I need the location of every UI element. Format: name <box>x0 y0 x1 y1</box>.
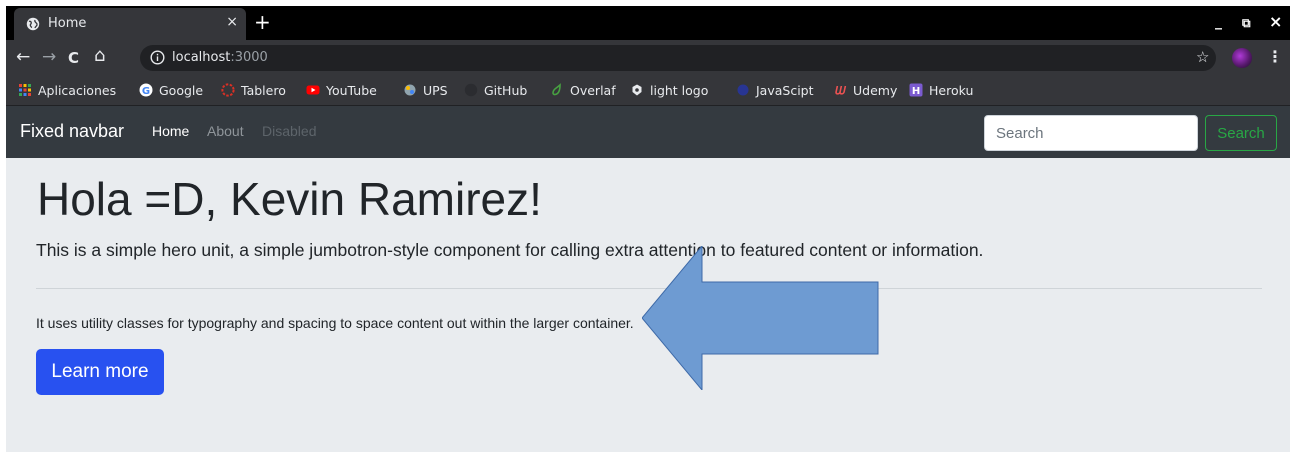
close-window-icon[interactable]: × <box>1269 12 1282 31</box>
site-navbar: Fixed navbar Home About Disabled Search <box>6 106 1290 158</box>
learn-more-button[interactable]: Learn more <box>36 349 164 395</box>
tablero-icon <box>221 83 235 97</box>
home-icon[interactable]: ⌂ <box>94 45 105 66</box>
bookmark-label: GitHub <box>484 83 528 98</box>
profile-avatar[interactable] <box>1232 48 1252 68</box>
bookmark-aplicaciones[interactable]: Aplicaciones <box>18 83 116 98</box>
light-logo-icon <box>632 84 642 96</box>
google-icon: G <box>139 83 153 97</box>
search-button[interactable]: Search <box>1205 115 1277 151</box>
github-icon <box>464 83 478 97</box>
reload-icon[interactable]: C <box>68 49 79 67</box>
svg-text:G: G <box>142 86 150 97</box>
bookmark-label: YouTube <box>326 83 377 98</box>
bookmark-github[interactable]: GitHub <box>464 83 527 98</box>
bookmark-label: Tablero <box>241 83 286 98</box>
globe-icon <box>26 17 40 31</box>
youtube-icon <box>306 85 320 95</box>
new-tab-button[interactable]: + <box>254 10 271 34</box>
svg-text:H: H <box>912 86 920 97</box>
bookmark-star-icon[interactable]: ☆ <box>1196 48 1209 66</box>
bookmark-label: light logo <box>650 83 709 98</box>
overleaf-icon <box>552 83 561 96</box>
tab-title: Home <box>48 16 87 31</box>
bookmark-label: UPS <box>423 83 448 98</box>
address-bar[interactable]: localhost:3000 <box>140 45 1216 71</box>
browser-window: Home × + _ ⧉ × ← → C ⌂ localhost:3000 ☆ … <box>6 6 1290 452</box>
tab-home[interactable]: Home × <box>14 8 246 40</box>
minimize-icon[interactable]: _ <box>1215 14 1222 30</box>
bookmark-google[interactable]: G Google <box>139 83 203 98</box>
bookmarks-bar: Aplicaciones G Google Tablero YouTube UP… <box>6 76 1290 106</box>
annotation-arrow-icon <box>642 246 879 390</box>
bookmark-light-logo[interactable]: light logo <box>630 83 708 98</box>
bookmark-udemy[interactable]: Udemy <box>833 83 897 98</box>
browser-toolbar: ← → C ⌂ localhost:3000 ☆ ⋮ <box>6 40 1290 76</box>
bookmark-label: JavaScipt <box>756 83 814 98</box>
bookmark-label: Overlaf <box>570 83 616 98</box>
udemy-icon <box>835 86 847 95</box>
bookmark-label: Udemy <box>853 83 898 98</box>
bookmark-ups[interactable]: UPS <box>403 83 448 98</box>
bookmark-label: Aplicaciones <box>38 83 117 98</box>
hero-title: Hola =D, Kevin Ramirez! <box>37 173 542 225</box>
address-port: :3000 <box>230 50 268 65</box>
menu-kebab-icon[interactable]: ⋮ <box>1267 47 1283 66</box>
nav-link-home[interactable]: Home <box>152 123 189 139</box>
address-url: localhost:3000 <box>172 50 268 65</box>
info-icon <box>150 50 165 65</box>
hero-text: It uses utility classes for typography a… <box>36 315 634 331</box>
tab-strip: Home × + _ ⧉ × <box>6 6 1290 40</box>
close-tab-icon[interactable]: × <box>226 14 238 30</box>
nav-link-disabled: Disabled <box>262 123 317 139</box>
bookmark-overlaf[interactable]: Overlaf <box>550 83 616 98</box>
page-content: Fixed navbar Home About Disabled Search … <box>6 106 1290 452</box>
search-input[interactable] <box>984 115 1198 151</box>
apps-grid-icon <box>19 84 31 96</box>
address-host: localhost <box>172 50 231 65</box>
bookmark-javascipt[interactable]: JavaScipt <box>736 83 814 98</box>
bookmark-label: Heroku <box>929 83 974 98</box>
bookmark-heroku[interactable]: H Heroku <box>909 83 973 98</box>
navbar-brand[interactable]: Fixed navbar <box>20 121 124 142</box>
restore-icon[interactable]: ⧉ <box>1242 16 1251 31</box>
ups-icon <box>404 84 416 96</box>
bookmark-youtube[interactable]: YouTube <box>306 83 377 98</box>
bookmark-label: Google <box>159 83 204 98</box>
back-arrow-icon[interactable]: ← <box>16 47 30 67</box>
javascript-icon <box>737 84 749 96</box>
forward-arrow-icon[interactable]: → <box>42 47 56 67</box>
bookmark-tablero[interactable]: Tablero <box>221 83 286 98</box>
nav-link-about[interactable]: About <box>207 123 244 139</box>
heroku-icon: H <box>909 83 923 97</box>
